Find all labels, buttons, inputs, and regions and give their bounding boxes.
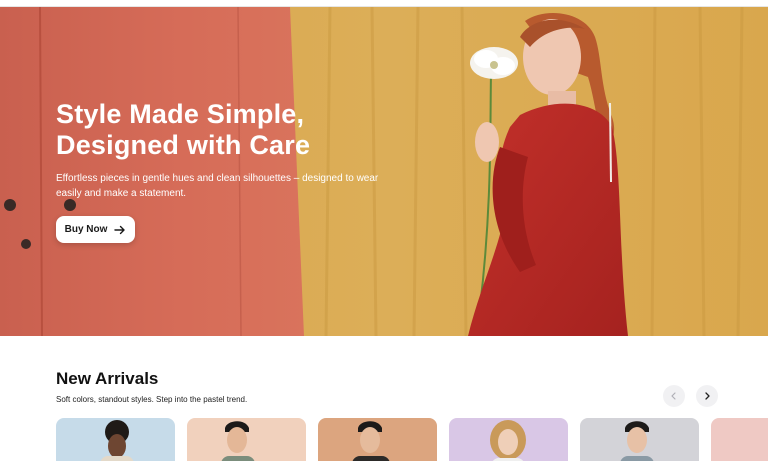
buy-now-label: Buy Now: [64, 224, 108, 235]
product-image: [56, 418, 175, 461]
hero-banner: Style Made Simple, Designed with Care Ef…: [0, 7, 768, 336]
chevron-left-icon: [671, 392, 676, 400]
product-card[interactable]: [449, 418, 568, 461]
product-card[interactable]: [580, 418, 699, 461]
product-card[interactable]: [711, 418, 768, 461]
buy-now-button[interactable]: Buy Now: [56, 216, 135, 243]
product-image: [187, 418, 306, 461]
product-card[interactable]: [318, 418, 437, 461]
hero-title: Style Made Simple, Designed with Care: [56, 99, 386, 161]
new-arrivals-title: New Arrivals: [56, 369, 159, 388]
carousel-prev-button[interactable]: [663, 385, 685, 407]
arrow-right-icon: [114, 225, 126, 234]
top-strip: [0, 0, 768, 7]
carousel-next-button[interactable]: [696, 385, 718, 407]
new-arrivals-subtitle: Soft colors, standout styles. Step into …: [56, 395, 248, 404]
hero-subtitle: Effortless pieces in gentle hues and cle…: [56, 173, 379, 199]
product-image: [711, 418, 768, 461]
product-image: [318, 418, 437, 461]
chevron-right-icon: [705, 392, 710, 400]
product-image: [449, 418, 568, 461]
hero-title-line-2: Designed with Care: [56, 130, 311, 160]
product-card[interactable]: [187, 418, 306, 461]
product-image: [580, 418, 699, 461]
hero-title-line-1: Style Made Simple,: [56, 99, 305, 129]
product-carousel: [56, 418, 768, 461]
product-card[interactable]: [56, 418, 175, 461]
